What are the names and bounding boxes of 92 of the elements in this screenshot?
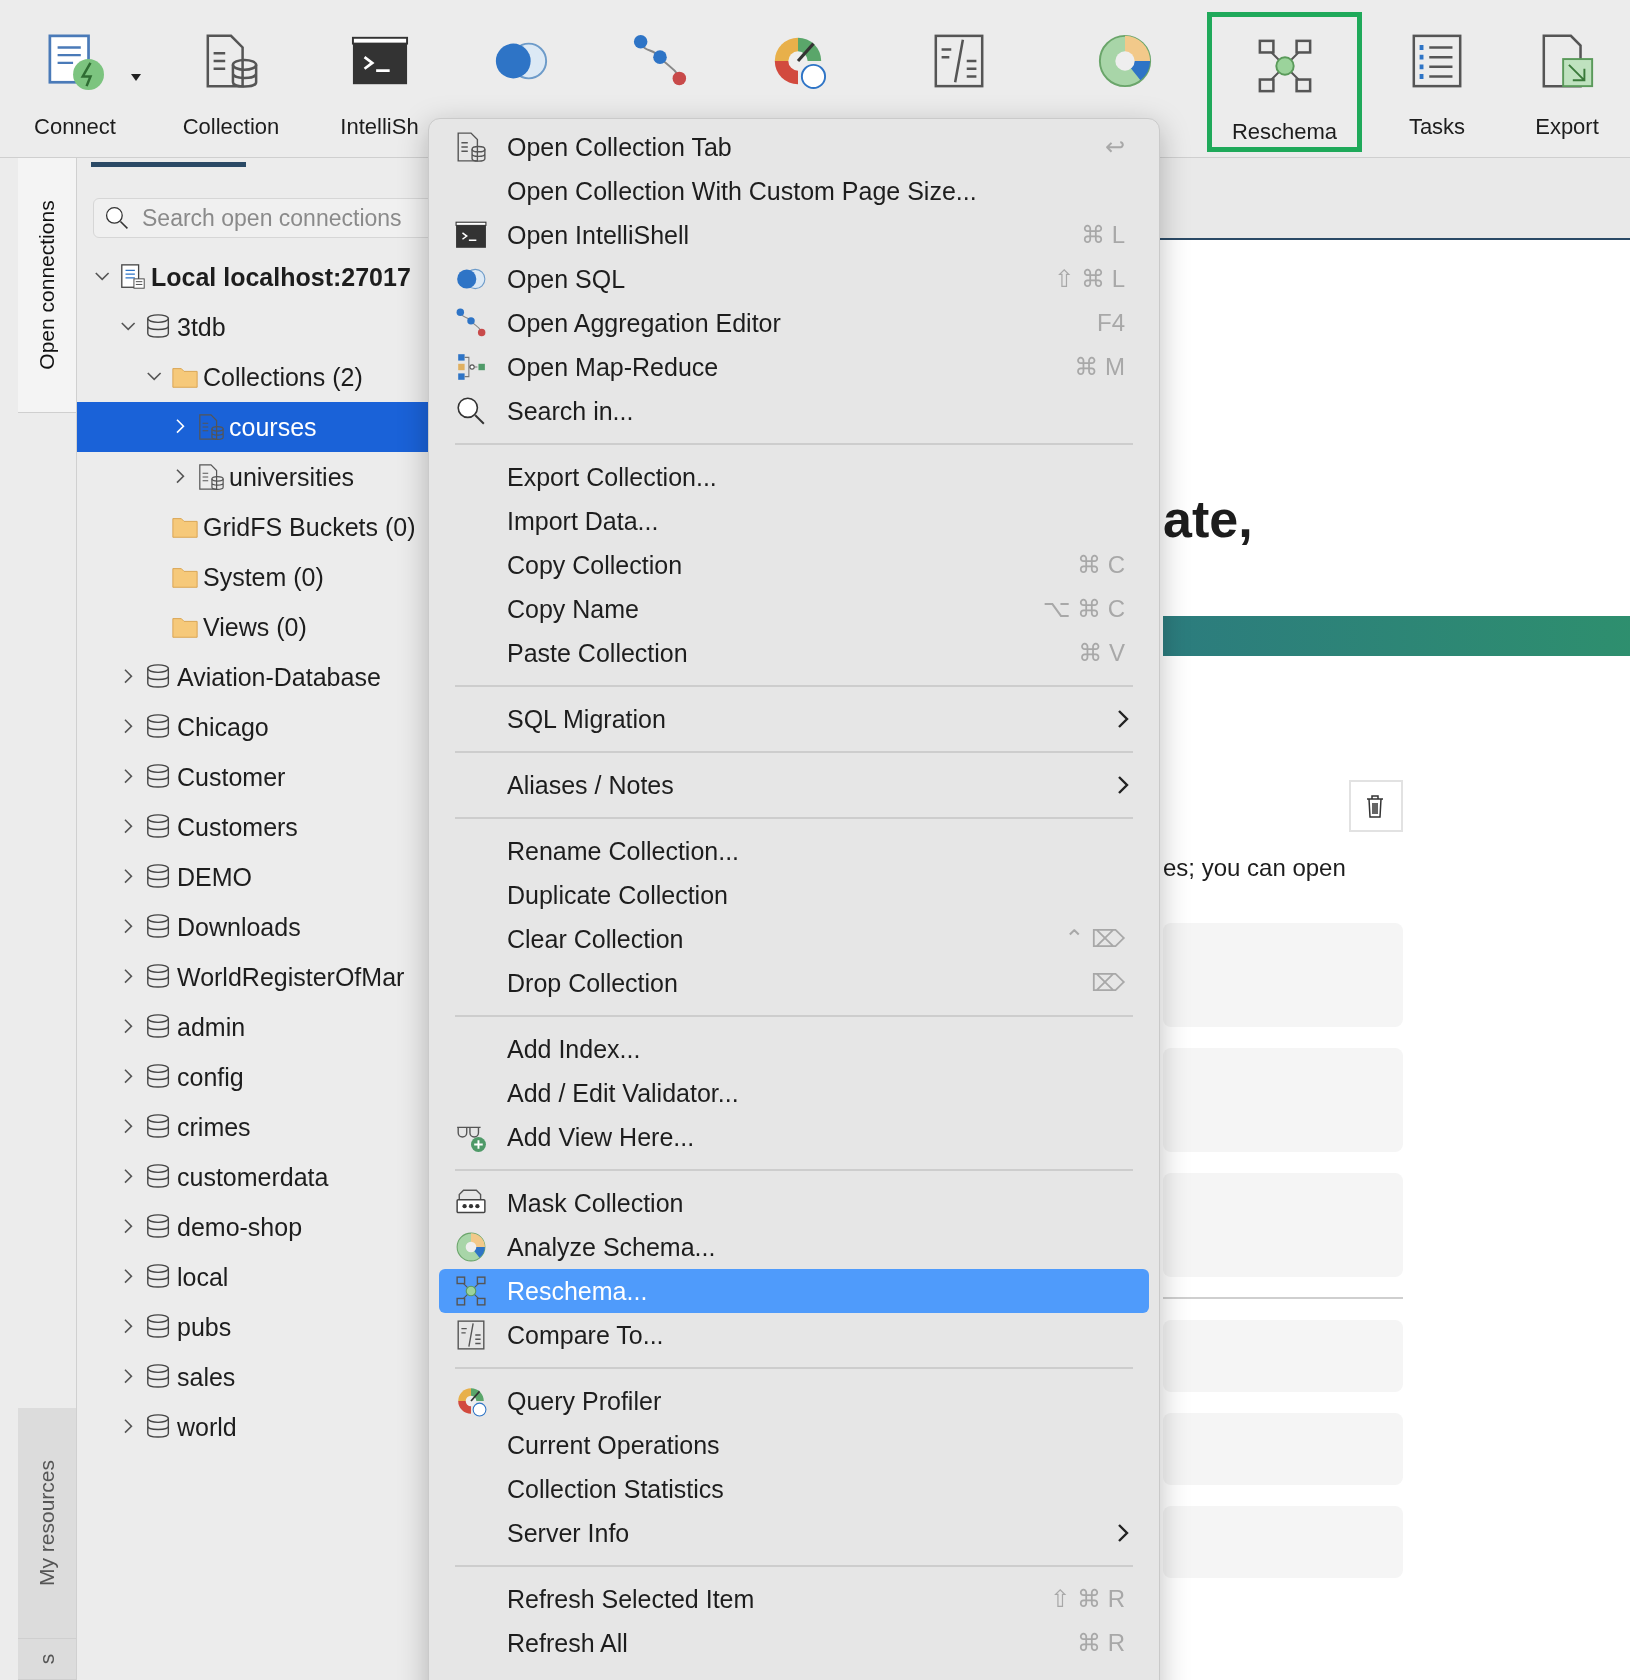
menu-item[interactable]: Open Collection With Custom Page Size...	[439, 169, 1149, 213]
shortcut-text: ⇧ ⌘ R	[1050, 1585, 1125, 1613]
shortcut-text: ⌘ C	[1077, 551, 1125, 579]
menu-item[interactable]: Compare To...	[439, 1313, 1149, 1357]
tree-item[interactable]: crimes	[77, 1102, 431, 1152]
menu-item[interactable]: Add Index...	[439, 1027, 1149, 1071]
menu-item[interactable]: Open SQL ⇧ ⌘ L	[439, 257, 1149, 301]
shortcut-text: ⌘ V	[1078, 639, 1125, 667]
menu-item[interactable]: SQL Migration	[439, 697, 1149, 741]
menu-item[interactable]: Open Aggregation Editor F4	[439, 301, 1149, 345]
shortcut-text: ⇧ ⌘ L	[1054, 265, 1125, 293]
tree-item[interactable]: Downloads	[77, 902, 431, 952]
menu-item[interactable]: Add / Edit Validator...	[439, 1071, 1149, 1115]
menu-item[interactable]: Refresh Selected Item ⇧ ⌘ R	[439, 1577, 1149, 1621]
menu-item[interactable]: Rename Collection...	[439, 829, 1149, 873]
menu-item[interactable]: Drop Collection ⌦	[439, 961, 1149, 1005]
gauge-icon	[455, 1385, 487, 1417]
menu-item[interactable]: Collection Statistics	[439, 1467, 1149, 1511]
toolbar-button[interactable]: Collection	[150, 0, 312, 140]
shortcut-text: ⌥ ⌘ C	[1042, 595, 1125, 623]
tree-item[interactable]: customerdata	[77, 1152, 431, 1202]
shortcut-text: ⌃ ⌦	[1064, 925, 1125, 953]
menu-item[interactable]: Open Map-Reduce ⌘ M	[439, 345, 1149, 389]
toolbar-button[interactable]: Tasks	[1362, 0, 1512, 140]
delete-button[interactable]	[1349, 780, 1403, 832]
menu-item[interactable]: Refresh All ⌘ R	[439, 1621, 1149, 1665]
tree-item[interactable]: DEMO	[77, 852, 431, 902]
tree-item[interactable]: Collections (2)	[77, 352, 431, 402]
menu-item[interactable]: Add View Here...	[439, 1115, 1149, 1159]
menu-item[interactable]: Export Collection...	[439, 455, 1149, 499]
document-database-icon	[455, 131, 487, 163]
menu-item[interactable]: Query Profiler	[439, 1379, 1149, 1423]
menu-item[interactable]: Open IntelliShell ⌘ L	[439, 213, 1149, 257]
pipeline-icon	[455, 307, 487, 339]
map-reduce-icon	[455, 351, 487, 383]
plug-icon	[46, 32, 104, 90]
shortcut-text: ⌘ L	[1081, 221, 1125, 249]
menu-item[interactable]: Aliases / Notes	[439, 763, 1149, 807]
tree-item[interactable]: 3tdb	[77, 302, 431, 352]
toolbar-button[interactable]: Export	[1512, 0, 1622, 140]
tree-item[interactable]: Aviation-Database	[77, 652, 431, 702]
tree-item[interactable]: universities	[77, 452, 431, 502]
menu-item[interactable]: Search in...	[439, 389, 1149, 433]
tree-item[interactable]: Customers	[77, 802, 431, 852]
shortcut-text: ⌦	[1091, 969, 1125, 997]
tree-item[interactable]: Customer	[77, 752, 431, 802]
tree-item[interactable]: config	[77, 1052, 431, 1102]
menu-item[interactable]: Import Data...	[439, 499, 1149, 543]
shortcut-text: ↩	[1104, 133, 1125, 161]
document-database-icon	[197, 463, 225, 491]
tree-item[interactable]: courses	[77, 402, 431, 452]
tree-item[interactable]: sales	[77, 1352, 431, 1402]
menu-item[interactable]: Mask Collection	[439, 1181, 1149, 1225]
tree-item[interactable]: Chicago	[77, 702, 431, 752]
menu-item[interactable]: Clear Collection ⌃ ⌦	[439, 917, 1149, 961]
menu-item[interactable]: Analyze Schema...	[439, 1225, 1149, 1269]
menu-item[interactable]: Paste Collection ⌘ V	[439, 631, 1149, 675]
description-text: es; you can open	[1163, 854, 1347, 882]
menu-item[interactable]: Copy Collection ⌘ C	[439, 543, 1149, 587]
tree-item[interactable]: WorldRegisterOfMar	[77, 952, 431, 1002]
tree-item[interactable]: demo-shop	[77, 1202, 431, 1252]
tree-item[interactable]: admin	[77, 1002, 431, 1052]
search-icon	[455, 395, 487, 427]
shortcut-text: ⌘ M	[1074, 353, 1125, 381]
menu-item[interactable]: Server Info	[439, 1511, 1149, 1555]
compare-icon	[455, 1319, 487, 1351]
tree-item[interactable]: pubs	[77, 1302, 431, 1352]
pie-chart-icon	[455, 1231, 487, 1263]
search-icon	[104, 205, 130, 231]
dropdown-caret-icon	[130, 72, 142, 82]
terminal-icon	[455, 219, 487, 251]
document-database-icon	[197, 413, 225, 441]
toolbar-button[interactable]: Connect	[0, 0, 150, 140]
tree-item[interactable]: world	[77, 1402, 431, 1452]
search-field[interactable]: Search open connections	[93, 198, 431, 238]
side-tab[interactable]: s	[18, 1639, 76, 1680]
server-icon	[119, 263, 147, 291]
side-tab[interactable]: My resources	[18, 1408, 76, 1639]
menu-item[interactable]: Duplicate Collection	[439, 873, 1149, 917]
heading: ate,	[1163, 489, 1254, 550]
menu-item[interactable]: Current Operations	[439, 1423, 1149, 1467]
tree-item[interactable]: GridFS Buckets (0)	[77, 502, 431, 552]
menu-item[interactable]: Copy Name ⌥ ⌘ C	[439, 587, 1149, 631]
tree-item[interactable]: Local localhost:27017	[77, 252, 431, 302]
toolbar-button[interactable]: Reschema	[1207, 12, 1362, 152]
diagram-icon	[455, 1275, 487, 1307]
tree-item[interactable]: local	[77, 1252, 431, 1302]
side-tab[interactable]: Open connections	[18, 158, 76, 413]
shortcut-text: ⌘ R	[1077, 1629, 1125, 1657]
tree-item[interactable]: System (0)	[77, 552, 431, 602]
tree-item[interactable]: Views (0)	[77, 602, 431, 652]
shortcut-text: F4	[1097, 309, 1125, 337]
